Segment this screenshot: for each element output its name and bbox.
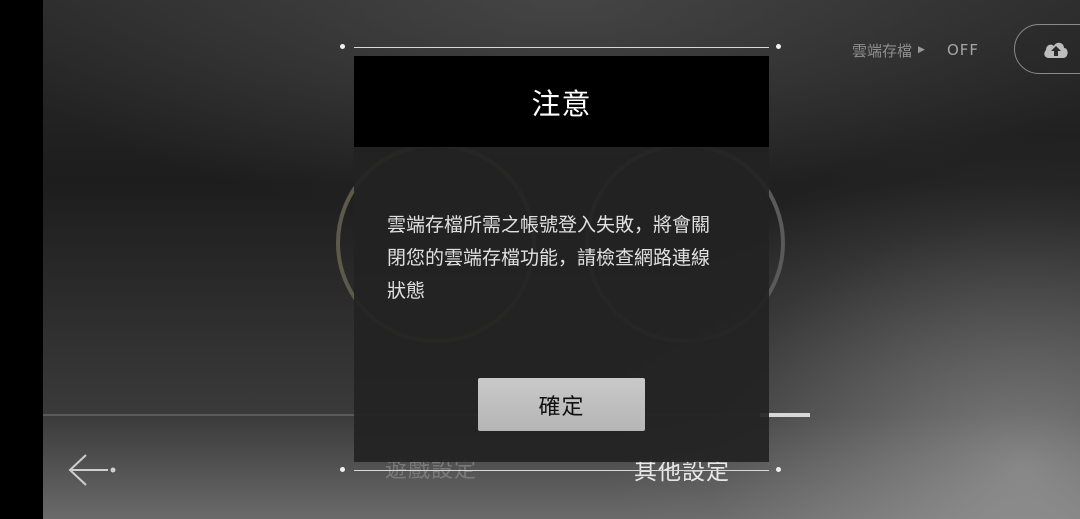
triangle-right-icon: ▶ bbox=[918, 45, 925, 55]
cloud-upload-icon bbox=[1044, 42, 1068, 58]
dialog-message: 雲端存檔所需之帳號登入失敗，將會關 閉您的雲端存檔功能，請檢查網路連線 狀態 bbox=[387, 214, 711, 302]
left-edge-arc bbox=[0, 14, 20, 94]
dialog-frame-bottom-line bbox=[354, 470, 769, 471]
frame-corner-dot bbox=[340, 44, 345, 49]
dialog-frame-top-line bbox=[354, 47, 769, 48]
frame-corner-dot bbox=[776, 44, 781, 49]
cloud-upload-button[interactable] bbox=[1014, 24, 1080, 74]
arrow-left-icon[interactable] bbox=[66, 452, 118, 488]
confirm-button[interactable]: 確定 bbox=[478, 378, 645, 431]
dialog-title: 注意 bbox=[354, 56, 769, 147]
cloud-save-label: 雲端存檔 bbox=[852, 41, 913, 60]
cloud-save-state: OFF bbox=[946, 41, 979, 59]
frame-corner-dot bbox=[776, 467, 781, 472]
cloud-save-status[interactable]: 雲端存檔 ▶ OFF bbox=[852, 38, 979, 62]
frame-corner-dot bbox=[340, 467, 345, 472]
screen: 雲端存檔 ▶ OFF 遊戲設定 其他設定 注意 雲端存檔所需之帳號登入失敗，將會… bbox=[0, 0, 1080, 519]
alert-dialog: 注意 雲端存檔所需之帳號登入失敗，將會關 閉您的雲端存檔功能，請檢查網路連線 狀… bbox=[354, 56, 769, 462]
